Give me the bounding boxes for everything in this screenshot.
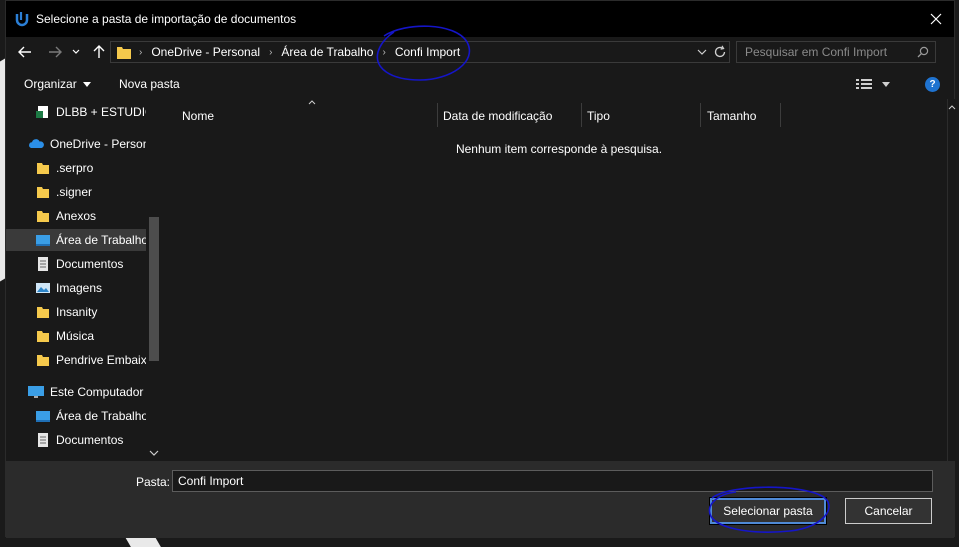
nav-item-desktop-onedrive[interactable]: Área de Trabalho — [6, 229, 148, 251]
close-icon — [930, 13, 942, 25]
search-placeholder: Pesquisar em Confi Import — [745, 45, 888, 59]
breadcrumb-onedrive[interactable]: OneDrive - Personal — [149, 45, 262, 59]
search-input[interactable]: Pesquisar em Confi Import — [736, 41, 936, 63]
column-divider[interactable] — [780, 103, 781, 127]
column-header-modified[interactable]: Data de modificação — [443, 105, 581, 127]
select-folder-button[interactable]: Selecionar pasta — [709, 497, 827, 525]
dropdown-arrow-icon — [882, 81, 890, 87]
arrow-left-icon — [18, 46, 31, 58]
navigation-pane: DLBB + ESTUDIO OneDrive - Personal .serp… — [6, 99, 162, 461]
scroll-down-icon[interactable] — [149, 450, 159, 456]
column-divider[interactable] — [581, 103, 582, 127]
nav-item-anexos[interactable]: Anexos — [36, 205, 148, 227]
details-view-icon — [856, 79, 872, 89]
address-bar[interactable]: › OneDrive - Personal › Área de Trabalho… — [110, 41, 730, 63]
chevron-down-icon — [72, 49, 80, 54]
background-stripe — [125, 537, 161, 547]
breadcrumb-separator: › — [269, 46, 273, 58]
empty-results-message: Nenhum item corresponde à pesquisa. — [455, 142, 663, 156]
folder-icon — [37, 331, 49, 342]
folder-icon — [37, 307, 49, 318]
documents-icon — [38, 257, 48, 271]
breadcrumb-desktop[interactable]: Área de Trabalho — [279, 45, 375, 59]
back-button[interactable] — [16, 43, 34, 61]
nav-item-documentos-pc[interactable]: Documentos — [36, 429, 148, 451]
window-title: Selecione a pasta de importação de docum… — [36, 12, 297, 26]
chevron-down-icon[interactable] — [697, 48, 707, 56]
nav-item-este-computador[interactable]: Este Computador — [28, 381, 150, 403]
organize-menu-button[interactable]: Organizar — [24, 77, 91, 91]
help-icon: ? — [929, 79, 936, 90]
folder-icon — [117, 46, 131, 59]
column-header-type[interactable]: Tipo — [587, 105, 700, 127]
close-button[interactable] — [926, 9, 946, 29]
folder-icon — [37, 187, 49, 198]
nav-item-desktop-pc[interactable]: Área de Trabalho — [36, 405, 148, 427]
folder-icon — [37, 211, 49, 222]
new-folder-button[interactable]: Nova pasta — [119, 77, 180, 91]
folder-picker-dialog: Selecione a pasta de importação de docum… — [5, 0, 956, 538]
nav-item-onedrive[interactable]: OneDrive - Personal — [28, 133, 159, 155]
dropdown-arrow-icon — [82, 81, 91, 87]
arrow-up-icon — [93, 45, 105, 58]
column-divider[interactable] — [437, 103, 438, 127]
computer-icon — [28, 386, 44, 398]
file-list: Nome Data de modificação Tipo Tamanho Ne… — [164, 99, 952, 461]
nav-item-documentos[interactable]: Documentos — [36, 253, 148, 275]
nav-item-musica[interactable]: Música — [36, 325, 148, 347]
view-options-button[interactable] — [856, 78, 890, 90]
new-folder-label: Nova pasta — [119, 77, 180, 91]
folder-field-label: Pasta: — [136, 475, 171, 489]
file-list-scrollbar[interactable] — [947, 99, 956, 461]
pictures-icon — [36, 283, 50, 293]
arrow-right-icon — [49, 46, 62, 58]
nav-item-insanity[interactable]: Insanity — [36, 301, 148, 323]
column-header-name[interactable]: Nome — [182, 105, 437, 127]
desktop-icon — [36, 235, 50, 246]
app-logo-icon — [15, 12, 29, 27]
breadcrumb-current-folder[interactable]: Confi Import — [393, 45, 462, 59]
cancel-button[interactable]: Cancelar — [845, 498, 932, 524]
search-icon — [917, 46, 929, 58]
folder-icon — [37, 163, 49, 174]
command-bar: Organizar Nova pasta ? — [6, 69, 954, 99]
nav-item-dlbb[interactable]: DLBB + ESTUDIO — [36, 101, 154, 123]
nav-item-imagens[interactable]: Imagens — [36, 277, 148, 299]
up-button[interactable] — [90, 43, 108, 61]
help-button[interactable]: ? — [925, 77, 940, 92]
title-bar: Selecione a pasta de importação de docum… — [6, 1, 954, 37]
breadcrumb-separator: › — [382, 46, 386, 58]
nav-item-signer[interactable]: .signer — [36, 181, 148, 203]
dialog-footer: Pasta: Confi Import Selecionar pasta Can… — [6, 461, 954, 538]
breadcrumb-separator: › — [139, 46, 143, 58]
refresh-icon[interactable] — [713, 45, 727, 59]
folder-name-input[interactable]: Confi Import — [172, 470, 933, 492]
recent-locations-button[interactable] — [70, 43, 82, 61]
column-header-size[interactable]: Tamanho — [707, 105, 780, 127]
folder-icon — [37, 355, 49, 366]
documents-icon — [38, 433, 48, 447]
nav-item-pendrive[interactable]: Pendrive Embaixo — [36, 349, 148, 371]
desktop-icon — [36, 411, 50, 422]
excel-file-icon — [36, 106, 48, 118]
forward-button[interactable] — [46, 43, 64, 61]
navigation-scrollbar-thumb[interactable] — [149, 217, 159, 361]
address-bar-controls — [697, 42, 727, 62]
address-row: › OneDrive - Personal › Área de Trabalho… — [6, 37, 954, 69]
scroll-up-icon — [948, 105, 956, 110]
nav-item-serpro[interactable]: .serpro — [36, 157, 148, 179]
onedrive-cloud-icon — [29, 139, 44, 148]
column-divider[interactable] — [700, 103, 701, 127]
organize-label: Organizar — [24, 77, 77, 91]
